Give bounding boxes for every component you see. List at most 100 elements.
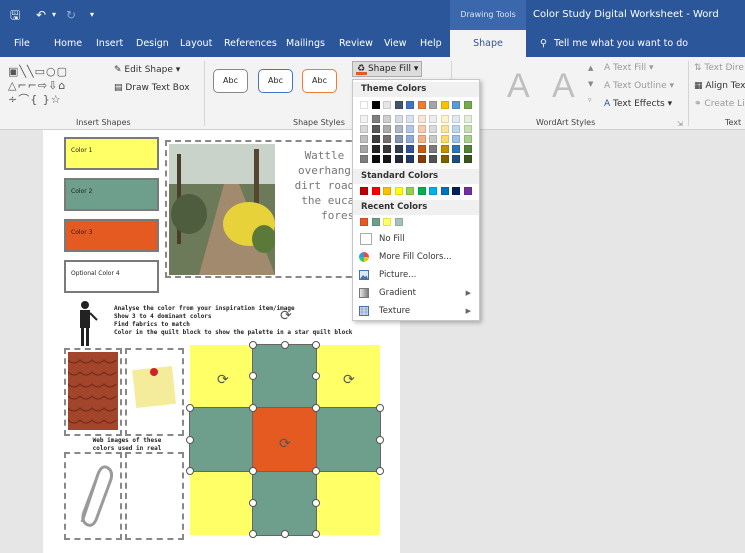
resize-handle[interactable] (249, 530, 257, 538)
tab-insert[interactable]: Insert (90, 30, 129, 57)
shapes-gallery-row2[interactable]: △⌐⌐⇨⇩⌂ (8, 79, 66, 92)
quilt-tile-bottom-left[interactable] (190, 472, 253, 535)
theme-shade-swatch[interactable] (394, 125, 403, 133)
shape-style-2[interactable]: Abc (258, 69, 293, 93)
no-fill-item[interactable]: No Fill (353, 230, 479, 248)
theme-shade-swatch[interactable] (440, 115, 449, 123)
theme-shade-swatch[interactable] (394, 135, 403, 143)
text-outline-button[interactable]: A Text Outline ▾ (604, 79, 674, 93)
theme-shade-swatch[interactable] (371, 135, 380, 143)
theme-shade-swatch[interactable] (417, 125, 426, 133)
resize-handle[interactable] (376, 404, 384, 412)
theme-shade-swatch[interactable] (394, 145, 403, 153)
text-effects-button[interactable]: A Text Effects ▾ (604, 97, 672, 111)
tell-me-search[interactable]: ⚲ Tell me what you want to do (540, 30, 688, 57)
tab-layout[interactable]: Layout (174, 30, 218, 57)
create-link-button[interactable]: ⚭ Create Li (694, 97, 745, 111)
theme-shade-swatch[interactable] (417, 135, 426, 143)
tab-design[interactable]: Design (130, 30, 175, 57)
theme-shade-swatch[interactable] (463, 125, 472, 133)
standard-color-swatch[interactable] (452, 187, 460, 195)
theme-shade-swatch[interactable] (417, 115, 426, 123)
recent-color-swatch[interactable] (371, 218, 380, 226)
theme-color-swatch[interactable] (394, 101, 403, 109)
standard-color-swatch[interactable] (371, 187, 380, 195)
resize-handle[interactable] (186, 404, 194, 412)
tab-references[interactable]: References (218, 30, 283, 57)
resize-handle[interactable] (312, 404, 320, 412)
resize-handle[interactable] (249, 372, 257, 380)
standard-color-swatch[interactable] (360, 187, 368, 195)
shape-style-1[interactable]: Abc (213, 69, 248, 93)
resize-handle[interactable] (249, 467, 257, 475)
tab-home[interactable]: Home (48, 30, 88, 57)
texture-fill-item[interactable]: Texture ▶ (353, 302, 479, 320)
theme-shade-swatch[interactable] (371, 145, 380, 153)
theme-shade-swatch[interactable] (406, 135, 414, 143)
tab-review[interactable]: Review (333, 30, 379, 57)
customize-icon[interactable]: ▾ (90, 6, 94, 24)
wordart-scroll-up[interactable]: ▲ (588, 61, 593, 75)
color-box-1[interactable]: Color 1 (64, 137, 159, 170)
theme-shade-swatch[interactable] (383, 125, 391, 133)
theme-color-swatch[interactable] (452, 101, 460, 109)
theme-shade-swatch[interactable] (394, 115, 403, 123)
resize-handle[interactable] (186, 436, 194, 444)
quilt-tile-bottom-center[interactable] (252, 471, 317, 536)
theme-color-swatch[interactable] (463, 101, 472, 109)
quilt-tile-top-center[interactable] (252, 344, 317, 409)
theme-color-swatch[interactable] (406, 101, 414, 109)
theme-color-swatch[interactable] (417, 101, 426, 109)
theme-color-swatch[interactable] (371, 101, 380, 109)
theme-color-swatch[interactable] (429, 101, 437, 109)
tab-view[interactable]: View (378, 30, 413, 57)
recent-color-swatch[interactable] (360, 218, 368, 226)
theme-shade-swatch[interactable] (452, 155, 460, 163)
edit-shape-button[interactable]: ✎ Edit Shape ▾ (114, 63, 180, 77)
tab-help[interactable]: Help (414, 30, 448, 57)
theme-shade-swatch[interactable] (417, 155, 426, 163)
resize-handle[interactable] (249, 499, 257, 507)
theme-shade-swatch[interactable] (406, 155, 414, 163)
theme-shade-swatch[interactable] (463, 145, 472, 153)
standard-color-swatch[interactable] (383, 187, 391, 195)
theme-shade-swatch[interactable] (417, 145, 426, 153)
wordart-style-2[interactable]: A (552, 67, 575, 106)
wordart-style-1[interactable]: A (507, 67, 530, 106)
theme-shade-swatch[interactable] (440, 145, 449, 153)
recent-color-swatch[interactable] (394, 218, 403, 226)
picture-fill-item[interactable]: Picture... (353, 266, 479, 284)
theme-shade-swatch[interactable] (429, 125, 437, 133)
theme-shade-swatch[interactable] (383, 145, 391, 153)
shapes-gallery[interactable]: ▣╲╲▭○▢ (8, 65, 68, 78)
theme-shade-swatch[interactable] (463, 155, 472, 163)
theme-shade-swatch[interactable] (440, 155, 449, 163)
resize-handle[interactable] (376, 436, 384, 444)
standard-color-swatch[interactable] (429, 187, 437, 195)
theme-shade-swatch[interactable] (383, 115, 391, 123)
theme-shade-swatch[interactable] (406, 145, 414, 153)
theme-shade-swatch[interactable] (360, 125, 368, 133)
save-icon[interactable]: 🖫 (10, 6, 20, 24)
theme-shade-swatch[interactable] (394, 155, 403, 163)
theme-shade-swatch[interactable] (371, 115, 380, 123)
standard-color-swatch[interactable] (406, 187, 414, 195)
quilt-tile-middle-right[interactable] (316, 407, 381, 472)
theme-shade-swatch[interactable] (406, 115, 414, 123)
rotate-handle-icon[interactable]: ⟳ (279, 436, 291, 452)
theme-shade-swatch[interactable] (440, 125, 449, 133)
theme-shade-swatch[interactable] (452, 125, 460, 133)
resize-handle[interactable] (312, 341, 320, 349)
theme-shade-swatch[interactable] (371, 155, 380, 163)
resize-handle[interactable] (312, 467, 320, 475)
tab-file[interactable]: File (8, 30, 36, 57)
wordart-scroll-down[interactable]: ▼ (588, 77, 593, 91)
wordart-dialog-launcher[interactable]: ⇲ (677, 117, 683, 131)
theme-shade-swatch[interactable] (429, 155, 437, 163)
more-fill-colors-item[interactable]: More Fill Colors... (353, 248, 479, 266)
color-box-2[interactable]: Color 2 (64, 178, 159, 211)
theme-shade-swatch[interactable] (440, 135, 449, 143)
resize-handle[interactable] (312, 372, 320, 380)
resize-handle[interactable] (281, 530, 289, 538)
theme-shade-swatch[interactable] (371, 125, 380, 133)
